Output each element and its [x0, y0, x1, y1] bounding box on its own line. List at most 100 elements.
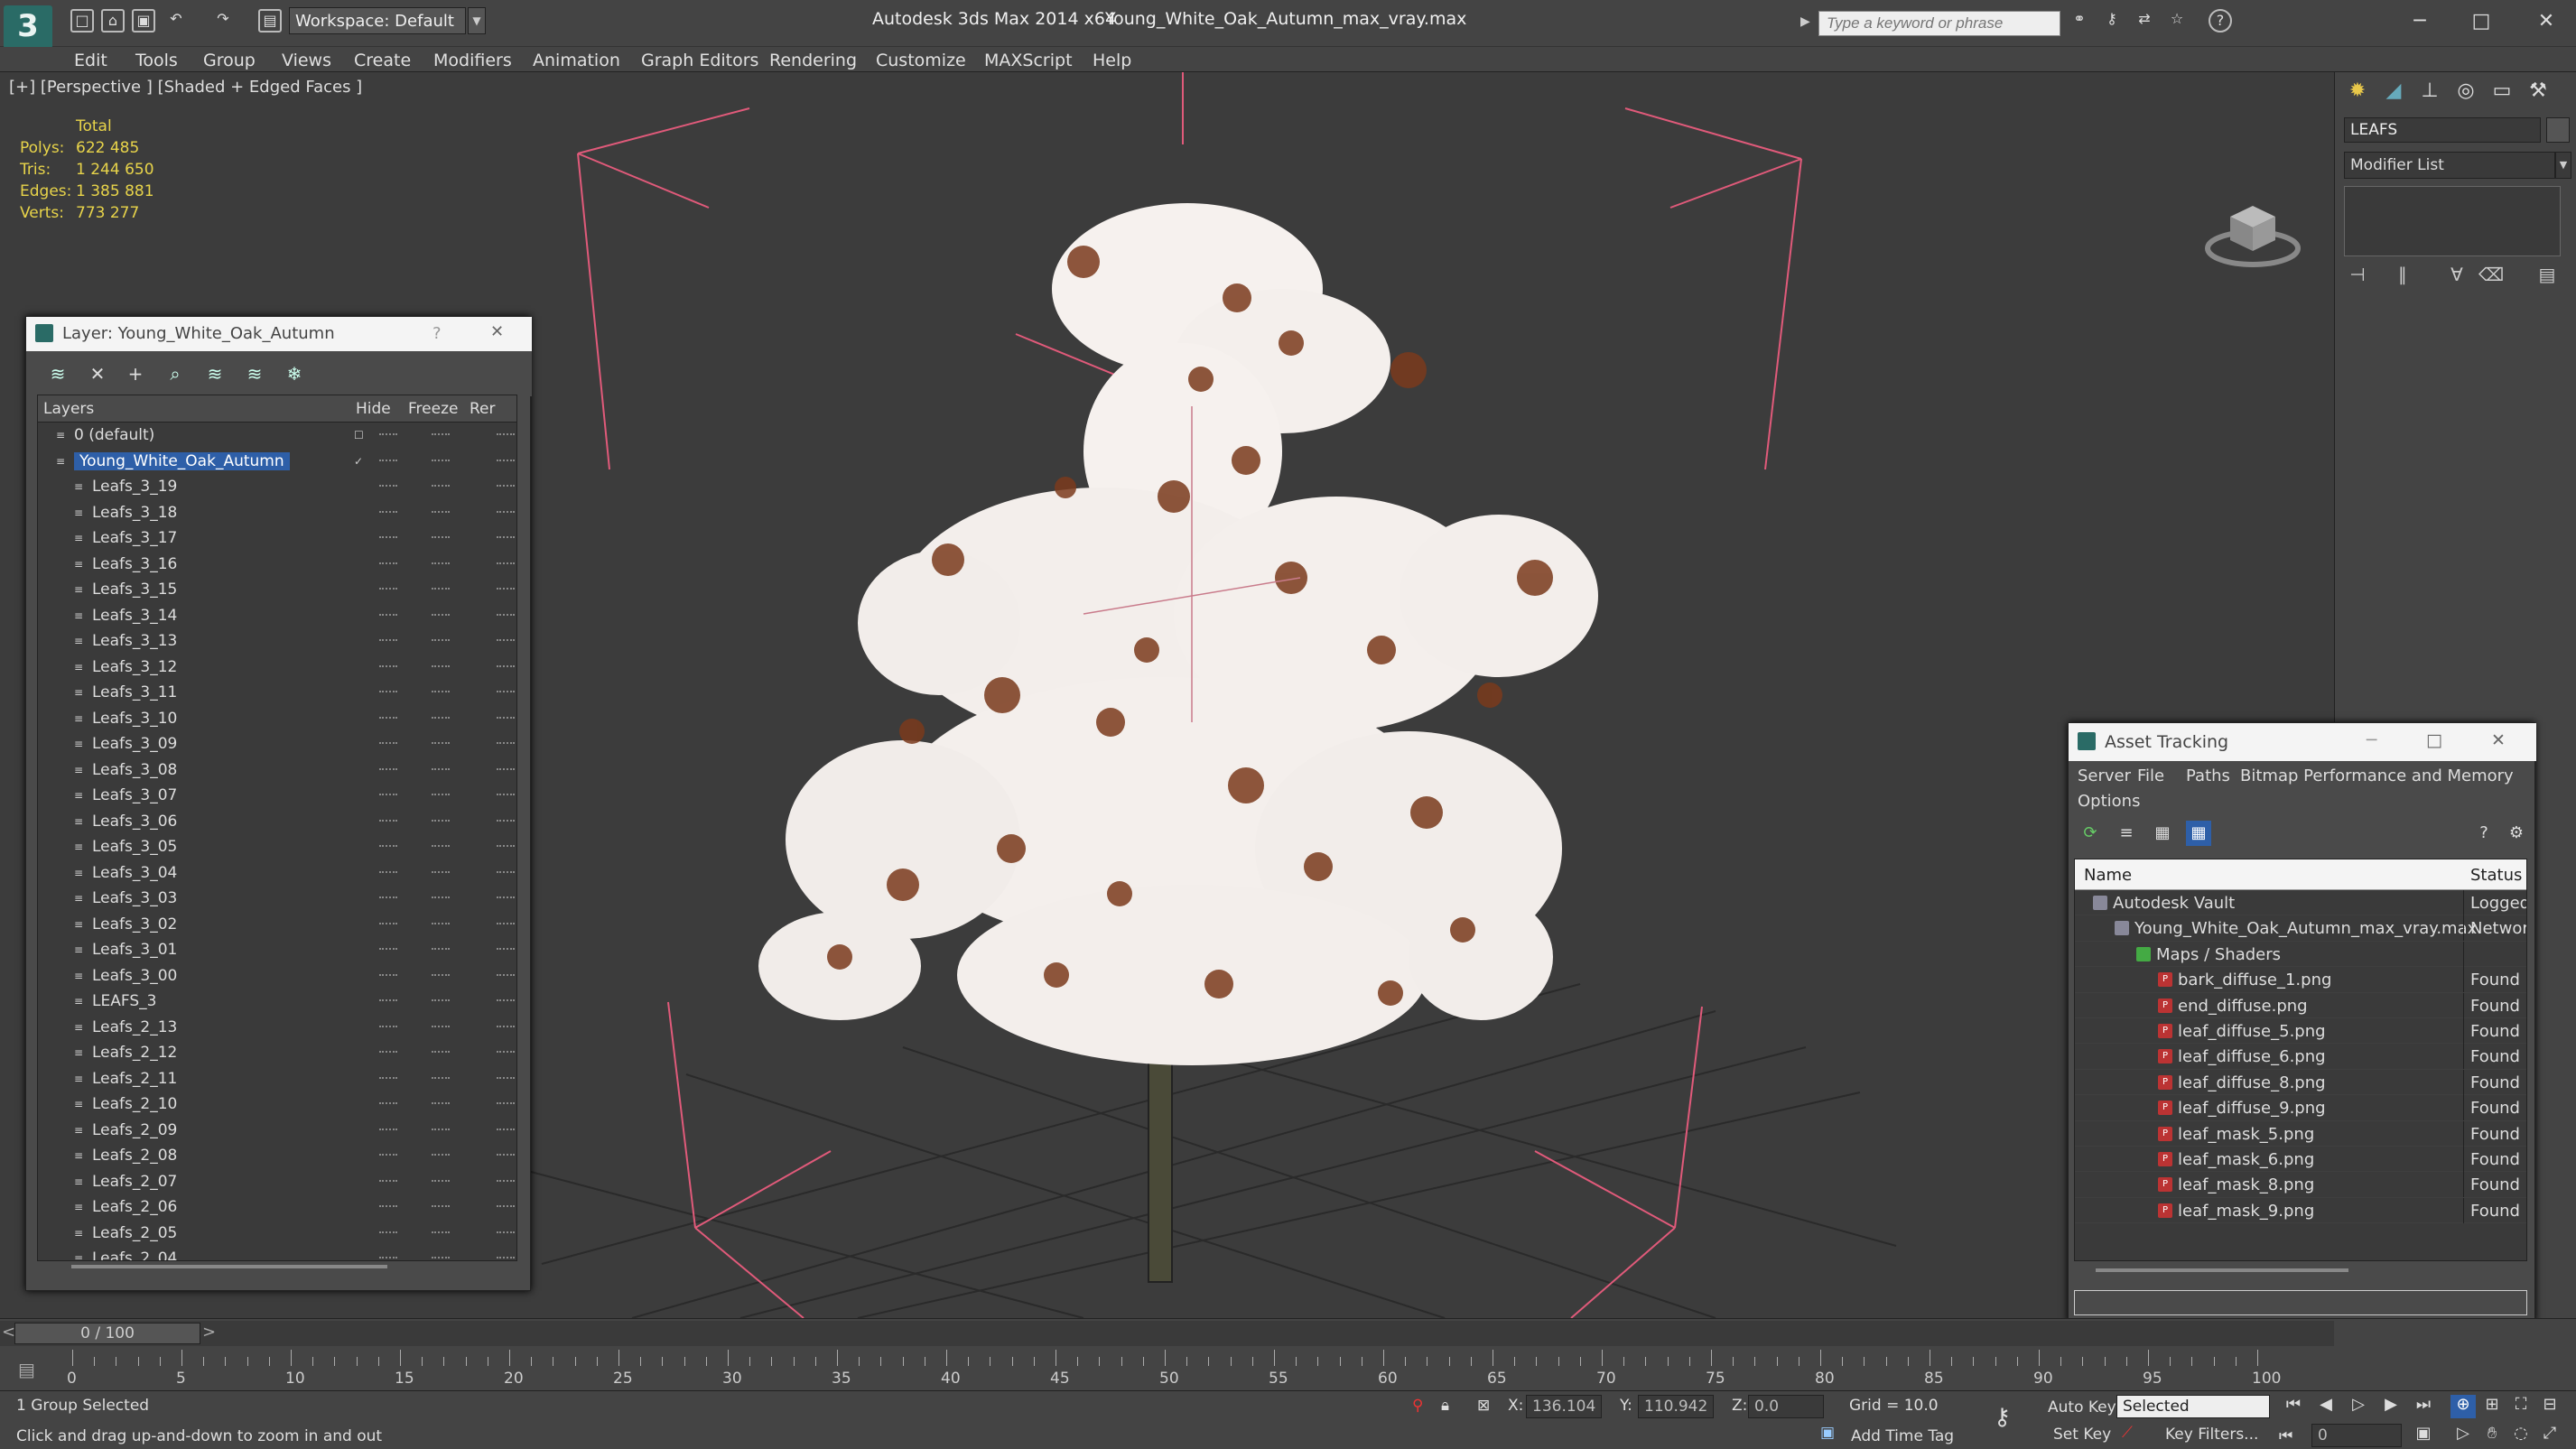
render-toggle[interactable] [497, 1231, 515, 1234]
asset-tracking-title-bar[interactable]: Asset Tracking ─ □ ✕ [2069, 723, 2536, 761]
freeze-toggle[interactable] [432, 588, 450, 590]
new-file-icon[interactable]: □ [70, 9, 94, 33]
object-name-field[interactable]: LEAFS [2344, 117, 2541, 143]
freeze-toggle[interactable] [432, 1128, 450, 1131]
layer-name[interactable]: Leafs_3_10 [92, 710, 177, 728]
render-toggle[interactable] [497, 922, 515, 925]
freeze-toggle[interactable] [432, 664, 450, 668]
freeze-toggle[interactable] [432, 1154, 450, 1156]
layer-name[interactable]: Leafs_3_13 [92, 632, 177, 650]
render-toggle[interactable] [497, 1205, 515, 1208]
delete-layer-icon[interactable]: ✕ [84, 360, 111, 387]
chevron-down-icon[interactable]: ▼ [2555, 152, 2571, 179]
asset-row[interactable]: Pend_diffuse.png Found [2075, 992, 2526, 1018]
hide-toggle[interactable] [379, 1128, 397, 1131]
render-toggle[interactable] [497, 1051, 515, 1054]
exchange-icon[interactable]: ⇄ [2133, 9, 2156, 33]
freeze-toggle[interactable] [432, 1205, 450, 1208]
layer-row[interactable]: ≡ 0 (default) ☐ [38, 423, 516, 449]
hide-toggle[interactable] [379, 510, 397, 514]
layer-row[interactable]: ≡ LEAFS_3 [38, 989, 516, 1015]
layer-name[interactable]: Leafs_3_18 [92, 504, 177, 522]
freeze-toggle[interactable] [432, 767, 450, 771]
asset-minimize-button[interactable]: ─ [2367, 730, 2376, 750]
select-in-layer-icon[interactable]: ⌕ [162, 360, 189, 387]
go-to-end-icon[interactable]: ⏭ [2411, 1395, 2436, 1418]
menu-modifiers[interactable]: Modifiers [433, 51, 512, 70]
binoculars-icon[interactable]: ⚭ [2068, 9, 2091, 33]
hide-toggle[interactable] [379, 536, 397, 539]
render-toggle[interactable] [497, 1102, 515, 1105]
orbit-icon[interactable]: ◌ [2508, 1424, 2534, 1447]
hide-toggle[interactable] [379, 1205, 397, 1208]
freeze-toggle[interactable] [432, 536, 450, 539]
layer-row[interactable]: ≡ Leafs_3_12 [38, 655, 516, 681]
close-button[interactable]: ✕ [2519, 4, 2573, 40]
hide-toggle[interactable] [379, 973, 397, 977]
create-layer-icon[interactable]: ≋ [44, 360, 71, 387]
layer-name[interactable]: Leafs_2_10 [92, 1095, 177, 1113]
field-of-view-icon[interactable]: ▷ [2450, 1424, 2476, 1447]
render-toggle[interactable] [497, 664, 515, 668]
hide-toggle[interactable] [379, 742, 397, 745]
freeze-toggle[interactable] [432, 691, 450, 693]
menu-create[interactable]: Create [354, 51, 411, 70]
key-mode-dropdown[interactable]: Selected [2116, 1395, 2270, 1418]
zoom-extents-icon[interactable]: ⛶ [2508, 1395, 2534, 1418]
render-toggle[interactable] [497, 485, 515, 488]
column-layers[interactable]: Layers [43, 400, 94, 418]
asset-row[interactable]: Young_White_Oak_Autumn_max_vray.max Netwo… [2075, 915, 2526, 942]
hide-toggle[interactable] [379, 691, 397, 693]
layer-row[interactable]: ≡ Leafs_3_05 [38, 834, 516, 860]
time-config-icon[interactable]: ▣ [2411, 1424, 2436, 1447]
render-toggle[interactable] [497, 1128, 515, 1131]
layer-name[interactable]: Leafs_2_11 [92, 1070, 177, 1088]
render-toggle[interactable] [497, 1179, 515, 1183]
column-status[interactable]: Status [2470, 866, 2522, 885]
z-coordinate-field[interactable]: 0.0 [1748, 1395, 1824, 1418]
go-to-start-icon[interactable]: ⏮ [2281, 1395, 2306, 1418]
maximize-viewport-icon[interactable]: ⤢ [2537, 1424, 2562, 1447]
hide-toggle[interactable] [379, 1179, 397, 1183]
hide-toggle[interactable] [379, 1102, 397, 1105]
hide-toggle[interactable] [379, 639, 397, 642]
layer-row[interactable]: ≡ Young_White_Oak_Autumn ✓ [38, 449, 516, 475]
freeze-toggle[interactable] [432, 973, 450, 977]
x-coordinate-field[interactable]: 136.104 [1526, 1395, 1602, 1418]
modify-tab-icon[interactable]: ◢ [2380, 79, 2407, 107]
grid-view-icon[interactable]: ▦ [2186, 821, 2211, 846]
asset-menu-server[interactable]: Server [2078, 766, 2131, 785]
freeze-toggle[interactable] [432, 1025, 450, 1028]
render-toggle[interactable] [497, 1076, 515, 1080]
render-toggle[interactable] [497, 870, 515, 874]
time-slider-thumb[interactable]: 0 / 100 [14, 1323, 200, 1344]
layer-row[interactable]: ≡ Leafs_3_13 [38, 628, 516, 655]
add-time-tag[interactable]: Add Time Tag [1851, 1427, 1954, 1445]
viewport-label[interactable]: [+] [Perspective ] [Shaded + Edged Faces… [9, 78, 362, 97]
freeze-toggle[interactable] [432, 922, 450, 925]
layer-panel-help-button[interactable]: ? [432, 324, 442, 343]
layer-name[interactable]: Leafs_3_11 [92, 683, 177, 701]
layer-row[interactable]: ≡ Leafs_2_04 [38, 1246, 516, 1260]
hide-toggle[interactable] [379, 999, 397, 1002]
refresh-icon[interactable]: ⟳ [2078, 821, 2103, 846]
key-icon[interactable]: ⚷ [2100, 9, 2124, 33]
hide-toggle[interactable] [379, 664, 397, 668]
render-toggle[interactable] [497, 999, 515, 1002]
freeze-toggle[interactable] [432, 1102, 450, 1105]
layer-row[interactable]: ≡ Leafs_2_06 [38, 1194, 516, 1221]
render-toggle[interactable] [497, 588, 515, 590]
asset-row[interactable]: Pleaf_diffuse_9.png Found [2075, 1095, 2526, 1121]
hide-toggle[interactable] [379, 819, 397, 822]
render-toggle[interactable] [497, 639, 515, 642]
hide-toggle[interactable] [379, 1257, 397, 1259]
asset-menu-options[interactable]: Options [2078, 792, 2140, 811]
freeze-toggle[interactable] [432, 896, 450, 899]
app-logo-icon[interactable]: 3 [4, 5, 52, 49]
highlight-layer-icon[interactable]: ≋ [201, 360, 228, 387]
render-toggle[interactable] [497, 973, 515, 977]
key-filters-button[interactable]: Key Filters... [2165, 1426, 2258, 1449]
asset-close-button[interactable]: ✕ [2491, 730, 2506, 750]
hide-toggle[interactable] [379, 716, 397, 720]
layer-name[interactable]: Leafs_3_07 [92, 786, 177, 804]
